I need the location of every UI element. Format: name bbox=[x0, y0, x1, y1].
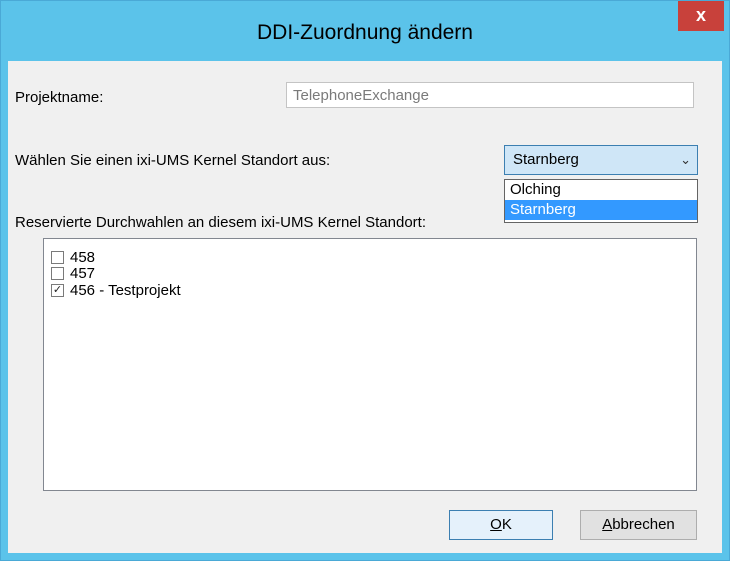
location-option-starnberg[interactable]: Starnberg bbox=[505, 200, 697, 220]
dialog-body: Projektname: TelephoneExchange Wählen Si… bbox=[8, 61, 722, 553]
list-item[interactable]: ✓ 456 - Testprojekt bbox=[51, 281, 181, 299]
ok-mnemonic: O bbox=[490, 516, 502, 533]
checkbox[interactable] bbox=[51, 266, 64, 280]
extensions-list[interactable]: 458 457 ✓ 456 - Testprojekt bbox=[43, 238, 697, 491]
title-bar[interactable]: DDI-Zuordnung ändern x bbox=[1, 1, 729, 61]
checkmark-icon: ✓ bbox=[52, 283, 63, 296]
checkbox[interactable] bbox=[51, 250, 64, 264]
project-name-field[interactable]: TelephoneExchange bbox=[286, 82, 694, 108]
reserved-extensions-label: Reservierte Durchwahlen an diesem ixi-UM… bbox=[15, 214, 427, 231]
list-item[interactable]: 457 bbox=[51, 264, 96, 282]
close-icon: x bbox=[695, 5, 706, 25]
location-option-olching[interactable]: Olching bbox=[505, 180, 697, 200]
checkbox[interactable]: ✓ bbox=[51, 283, 64, 297]
cancel-button[interactable]: Abbrechen bbox=[580, 510, 697, 540]
list-item[interactable]: 458 bbox=[51, 248, 96, 266]
location-dropdown-list[interactable]: Olching Starnberg bbox=[504, 179, 698, 223]
cancel-mnemonic: A bbox=[602, 516, 613, 533]
dialog-title: DDI-Zuordnung ändern bbox=[257, 21, 473, 44]
ok-button[interactable]: OK bbox=[449, 510, 553, 540]
list-item-label: 458 bbox=[70, 248, 96, 266]
location-selected-value: Starnberg bbox=[513, 151, 579, 168]
close-button[interactable]: x bbox=[678, 1, 724, 31]
ok-label-rest: K bbox=[501, 516, 512, 533]
chevron-down-icon[interactable]: ⌄ bbox=[680, 146, 691, 174]
list-item-label: 456 - Testprojekt bbox=[70, 281, 181, 299]
location-combobox[interactable]: Starnberg ⌄ bbox=[504, 145, 698, 175]
location-label: Wählen Sie einen ixi-UMS Kernel Standort… bbox=[15, 152, 331, 169]
project-name-label: Projektname: bbox=[15, 89, 104, 106]
list-item-label: 457 bbox=[70, 264, 96, 282]
dialog-window: DDI-Zuordnung ändern x Projektname: Tele… bbox=[0, 0, 730, 561]
cancel-label-rest: bbrechen bbox=[612, 516, 675, 533]
